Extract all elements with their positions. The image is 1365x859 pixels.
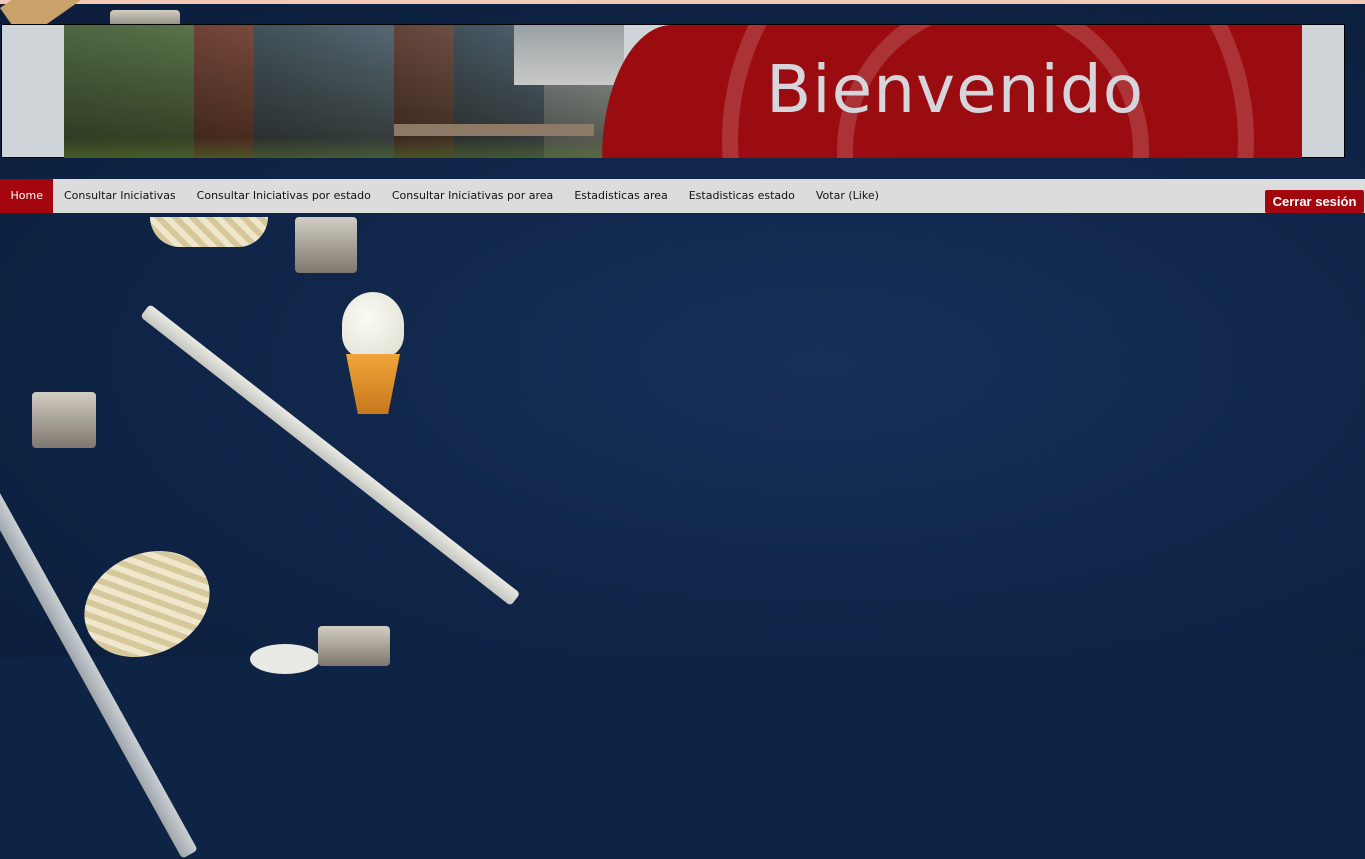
nav-item-consultar-por-estado[interactable]: Consultar Iniciativas por estado <box>186 179 381 213</box>
nav-item-estadisticas-estado[interactable]: Estadisticas estado <box>678 179 805 213</box>
campus-building-photo <box>64 25 624 158</box>
nav-item-consultar-iniciativas[interactable]: Consultar Iniciativas <box>53 179 186 213</box>
washi-tape-decoration <box>250 644 320 674</box>
main-nav: Home Consultar Iniciativas Consultar Ini… <box>0 179 1365 213</box>
logout-button[interactable]: Cerrar sesión <box>1265 190 1364 213</box>
nav-item-votar[interactable]: Votar (Like) <box>805 179 889 213</box>
binder-clip-decoration <box>295 217 357 273</box>
banner-title: Bienvenido <box>766 51 1145 128</box>
washi-tape-roll-decoration <box>66 531 228 677</box>
binder-clip-decoration <box>32 392 96 448</box>
nav-item-estadisticas-area[interactable]: Estadisticas area <box>564 179 678 213</box>
binder-clip-decoration <box>318 626 390 666</box>
ice-cream-eraser-decoration <box>340 292 406 416</box>
washi-tape-decoration <box>150 217 268 247</box>
nav-item-home[interactable]: Home <box>0 179 54 213</box>
pencil-decoration <box>140 304 521 606</box>
nav-item-consultar-por-area[interactable]: Consultar Iniciativas por area <box>381 179 563 213</box>
